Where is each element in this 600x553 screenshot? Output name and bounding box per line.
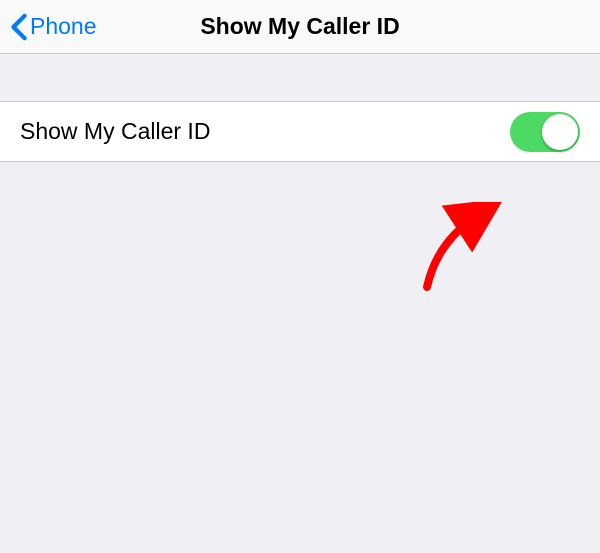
caller-id-label: Show My Caller ID [20, 118, 210, 145]
navbar: Phone Show My Caller ID [0, 0, 600, 54]
back-label: Phone [30, 13, 97, 40]
back-button[interactable]: Phone [0, 13, 97, 41]
section-spacer [0, 54, 600, 102]
toggle-knob [542, 114, 578, 150]
chevron-left-icon [10, 13, 28, 41]
caller-id-row: Show My Caller ID [0, 102, 600, 162]
annotation-arrow-icon [412, 202, 507, 302]
content-area: Show My Caller ID [0, 54, 600, 162]
caller-id-toggle[interactable] [510, 112, 580, 152]
